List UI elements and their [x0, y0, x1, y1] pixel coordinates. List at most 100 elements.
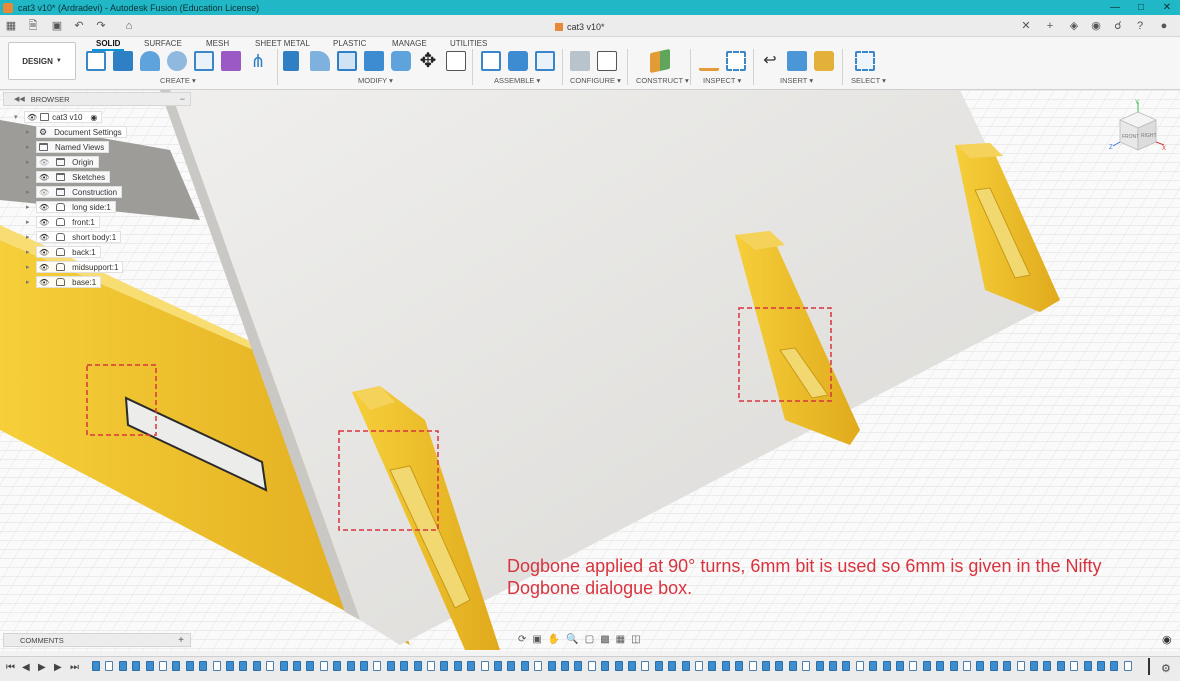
browser-item-short-body[interactable]: 👁 short body:1: [36, 231, 122, 243]
expand-caret-icon[interactable]: ▸: [26, 233, 30, 241]
timeline-feature[interactable]: [1016, 661, 1025, 671]
offset-plane-icon[interactable]: [650, 48, 670, 74]
configuration-table-icon[interactable]: [597, 51, 617, 71]
browser-item-front[interactable]: 👁 front:1: [36, 216, 100, 228]
timeline-feature[interactable]: [172, 661, 181, 671]
expand-caret-icon[interactable]: ▸: [26, 263, 30, 271]
select-icon[interactable]: [855, 51, 875, 71]
timeline-feature[interactable]: [654, 661, 663, 671]
eye-icon[interactable]: 👁: [39, 203, 49, 212]
rectangular-pattern-icon[interactable]: [194, 51, 214, 71]
timeline-feature[interactable]: [802, 661, 811, 671]
pan-icon[interactable]: ✋: [548, 634, 560, 645]
tab-plastic[interactable]: PLASTIC: [333, 39, 366, 48]
interference-icon[interactable]: [726, 51, 746, 71]
timeline-feature[interactable]: [118, 661, 127, 671]
timeline-feature[interactable]: [882, 661, 891, 671]
timeline-feature[interactable]: [105, 661, 114, 671]
eye-icon[interactable]: 👁: [39, 263, 49, 272]
timeline-track[interactable]: [92, 661, 1148, 675]
timeline-feature[interactable]: [212, 661, 221, 671]
expand-caret-icon[interactable]: ▸: [26, 173, 30, 181]
timeline-feature[interactable]: [1097, 661, 1105, 671]
timeline-feature[interactable]: [869, 661, 878, 671]
eye-icon[interactable]: 👁: [39, 233, 49, 242]
timeline-feature[interactable]: [628, 661, 636, 671]
extensions-icon[interactable]: ◈: [1064, 18, 1084, 34]
timeline-feature[interactable]: [695, 661, 703, 671]
browser-item-sketches[interactable]: 👁 Sketches: [36, 171, 111, 183]
browser-header[interactable]: ◀◀ BROWSER −: [3, 92, 191, 106]
undo-icon[interactable]: ↶: [70, 18, 88, 34]
timeline-feature[interactable]: [561, 661, 569, 671]
timeline-feature[interactable]: [936, 661, 945, 671]
timeline-feature[interactable]: [842, 661, 851, 671]
timeline-feature[interactable]: [1003, 661, 1012, 671]
timeline-feature[interactable]: [467, 661, 476, 671]
step-back-icon[interactable]: ◀: [22, 662, 30, 673]
new-tab-icon[interactable]: +: [1040, 18, 1060, 34]
timeline-feature[interactable]: [507, 661, 516, 671]
job-status-icon[interactable]: ◉: [1086, 18, 1106, 34]
timeline-feature[interactable]: [132, 661, 141, 671]
timeline-feature[interactable]: [976, 661, 985, 671]
save-icon[interactable]: ▣: [48, 18, 66, 34]
help-icon[interactable]: ?: [1130, 18, 1150, 34]
timeline-feature[interactable]: [1123, 661, 1132, 671]
document-tab[interactable]: cat3 v10*: [555, 18, 605, 35]
tab-solid[interactable]: SOLID: [91, 39, 125, 51]
timeline-feature[interactable]: [252, 661, 261, 671]
timeline-feature[interactable]: [1043, 661, 1052, 671]
eye-hidden-icon[interactable]: 👁: [39, 188, 49, 197]
timeline-settings-gear-icon[interactable]: ⚙: [1161, 662, 1171, 675]
go-to-start-icon[interactable]: ⏮: [6, 662, 15, 673]
timeline-feature[interactable]: [601, 661, 610, 671]
timeline-feature[interactable]: [989, 661, 998, 671]
timeline-feature[interactable]: [735, 661, 744, 671]
tab-mesh[interactable]: MESH: [206, 39, 229, 48]
timeline-feature[interactable]: [788, 661, 797, 671]
timeline-feature[interactable]: [92, 661, 100, 671]
extrude-icon[interactable]: [113, 51, 133, 71]
expand-caret-icon[interactable]: ▸: [26, 188, 30, 196]
fork-icon[interactable]: ⋔: [248, 51, 268, 71]
step-forward-icon[interactable]: ▶: [54, 662, 62, 673]
expand-caret-icon[interactable]: ▸: [26, 248, 30, 256]
close-tab-icon[interactable]: ✕: [1016, 18, 1036, 34]
app-grid-icon[interactable]: ▦: [2, 18, 20, 34]
replace-face-icon[interactable]: [391, 51, 411, 71]
create-form-icon[interactable]: [221, 51, 241, 71]
timeline-feature[interactable]: [855, 661, 864, 671]
expand-caret-icon[interactable]: ▸: [26, 203, 30, 211]
timeline-feature[interactable]: [909, 661, 918, 671]
tab-manage[interactable]: MANAGE: [392, 39, 427, 48]
as-built-joint-icon[interactable]: [535, 51, 555, 71]
timeline-feature[interactable]: [949, 661, 958, 671]
eye-icon[interactable]: 👁: [39, 278, 49, 287]
browser-item-origin[interactable]: 👁 Origin: [36, 156, 99, 168]
display-settings-icon[interactable]: ▩: [600, 634, 609, 645]
minimize-icon[interactable]: —: [1102, 0, 1128, 15]
group-create[interactable]: CREATE ▾: [160, 76, 196, 85]
timeline-feature[interactable]: [708, 661, 717, 671]
expand-caret-icon[interactable]: ▾: [14, 113, 18, 121]
redo-icon[interactable]: ↷: [92, 18, 110, 34]
timeline-feature[interactable]: [520, 661, 529, 671]
timeline-feature[interactable]: [413, 661, 422, 671]
insert-canvas-icon[interactable]: [787, 51, 807, 71]
sweep-icon[interactable]: [167, 51, 187, 71]
timeline-feature[interactable]: [199, 661, 208, 671]
timeline-feature[interactable]: [922, 661, 931, 671]
timeline-feature[interactable]: [547, 661, 556, 671]
timeline-feature[interactable]: [306, 661, 315, 671]
user-avatar[interactable]: ●: [1154, 18, 1174, 34]
timeline-feature[interactable]: [614, 661, 623, 671]
timeline-feature[interactable]: [494, 661, 502, 671]
browser-item-named-views[interactable]: Named Views: [36, 141, 110, 153]
group-modify[interactable]: MODIFY ▾: [358, 76, 393, 85]
timeline-feature[interactable]: [1030, 661, 1038, 671]
eye-icon[interactable]: 👁: [27, 113, 37, 122]
timeline-feature[interactable]: [346, 661, 355, 671]
timeline-feature[interactable]: [815, 661, 824, 671]
zoom-icon[interactable]: 🔍: [566, 634, 578, 645]
